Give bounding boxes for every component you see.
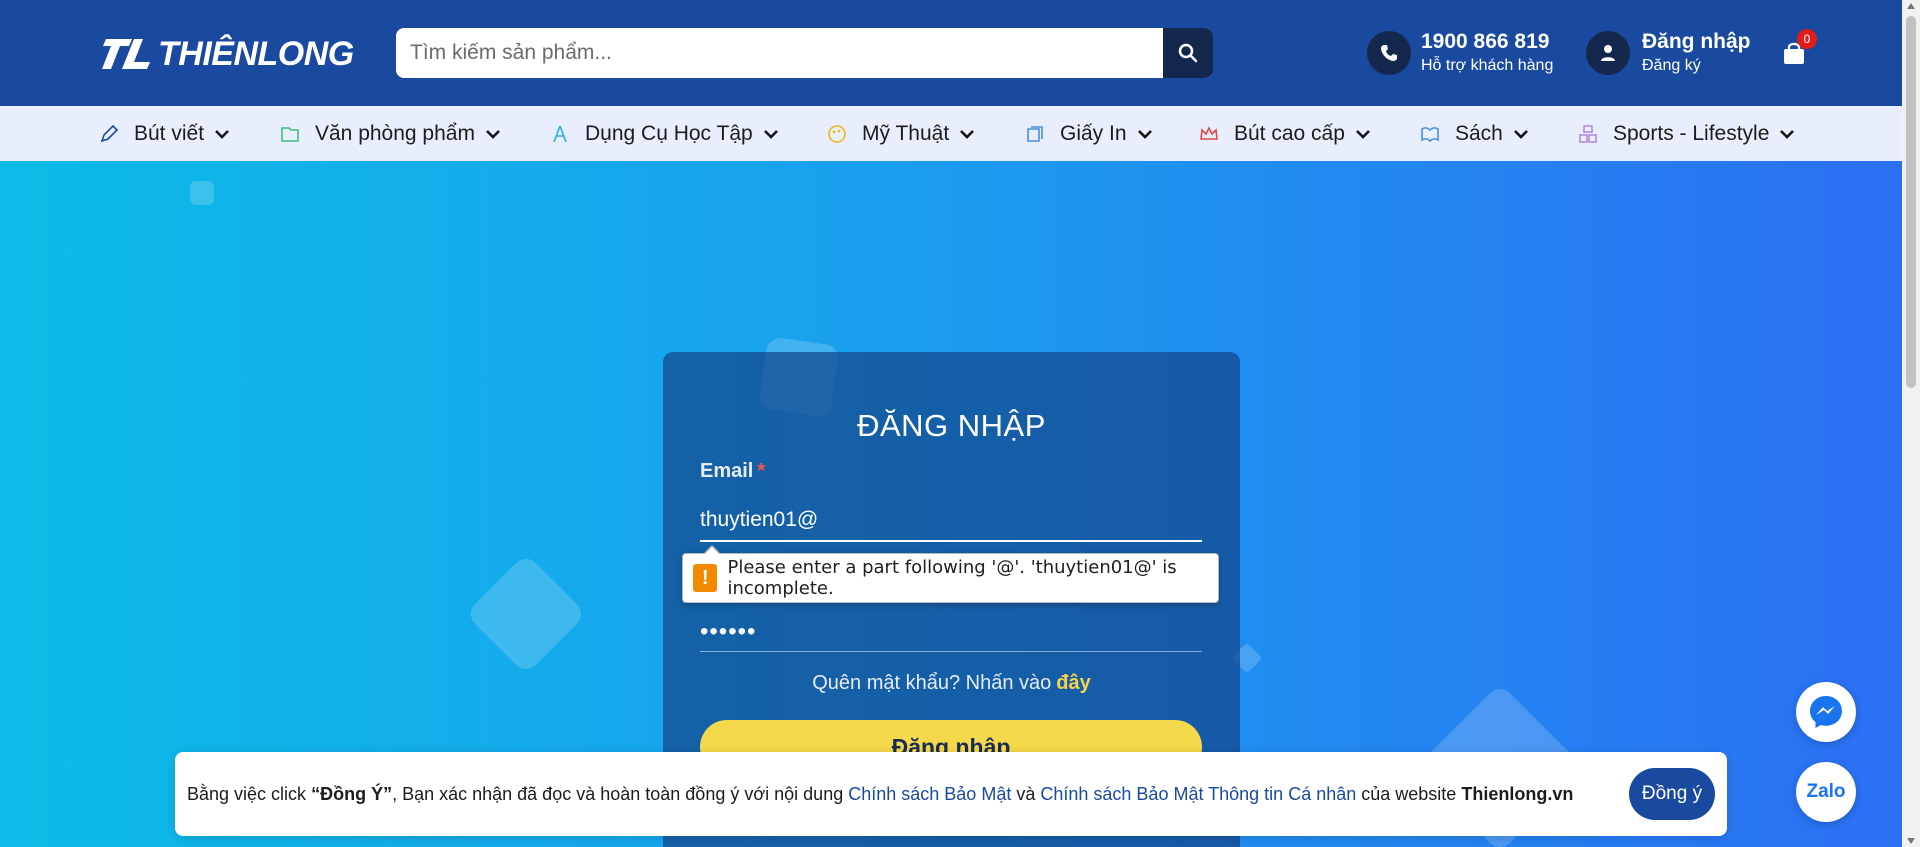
hotline-number: 1900 866 819 (1421, 30, 1550, 53)
category-nav: Bút viết Văn phòng phẩm Dụng Cụ Học Tập … (0, 106, 1902, 161)
password-field[interactable] (700, 612, 1202, 652)
user-icon[interactable] (1586, 30, 1630, 75)
search-button[interactable] (1163, 28, 1213, 78)
forgot-text: Quên mật khẩu? Nhấn vào (812, 672, 1052, 694)
nav-label: Sports - Lifestyle (1613, 121, 1770, 145)
personal-data-policy-link[interactable]: Chính sách Bảo Mật Thông tin Cá nhân (1040, 784, 1356, 804)
email-field[interactable] (700, 500, 1202, 542)
account: Đăng nhập Đăng ký (1586, 30, 1751, 75)
sports-icon (1577, 123, 1599, 145)
nav-item-sach[interactable]: Sách (1419, 106, 1529, 161)
cookie-site: Thienlong.vn (1461, 783, 1574, 804)
validation-tooltip: ! Please enter a part following '@'. 'th… (682, 545, 1219, 603)
nav-label: Sách (1455, 121, 1503, 145)
login-title: ĐĂNG NHẬP (857, 408, 1046, 443)
nav-label: Bút cao cấp (1234, 121, 1345, 145)
nav-label: Dụng Cụ Học Tập (585, 121, 753, 145)
nav-label: Giấy In (1060, 121, 1127, 145)
chevron-down-icon (959, 129, 975, 139)
pen-icon (98, 123, 120, 145)
forgot-password: Quên mật khẩu? Nhấn vào đây (663, 672, 1240, 695)
chevron-down-icon (214, 129, 230, 139)
privacy-policy-link[interactable]: Chính sách Bảo Mật (848, 784, 1011, 804)
forgot-password-link[interactable]: đây (1056, 672, 1090, 694)
chevron-down-icon (1779, 129, 1795, 139)
nav-item-van-phong-pham[interactable]: Văn phòng phẩm (279, 106, 501, 161)
cookie-agree-quote: “Đồng Ý” (311, 783, 393, 804)
scroll-thumb[interactable] (1906, 16, 1916, 388)
search-input[interactable] (396, 28, 1163, 78)
nav-item-but-cao-cap[interactable]: Bút cao cấp (1198, 106, 1371, 161)
nav-label: Bút viết (134, 121, 205, 145)
cookie-suffix: của website (1361, 783, 1457, 804)
nav-item-giay-in[interactable]: Giấy In (1024, 106, 1153, 161)
cart-count-badge: 0 (1797, 29, 1817, 49)
login-link[interactable]: Đăng nhập (1642, 30, 1751, 54)
site-header: THIÊNLONG 1900 866 819 Hỗ trợ khách hàng (0, 0, 1902, 106)
site-logo[interactable]: THIÊNLONG (98, 34, 354, 74)
scroll-down-arrow-icon[interactable] (1907, 838, 1915, 844)
email-label-text: Email (700, 460, 754, 482)
required-mark: * (757, 460, 766, 482)
phone-icon (1367, 30, 1411, 75)
validation-message: Please enter a part following '@'. 'thuy… (727, 557, 1177, 599)
cookie-prefix: Bằng việc click (187, 783, 307, 804)
chevron-down-icon (1513, 129, 1529, 139)
folder-icon (279, 123, 301, 145)
scroll-up-arrow-icon[interactable] (1907, 3, 1915, 9)
nav-item-but-viet[interactable]: Bút viết (98, 106, 230, 161)
compass-icon (549, 123, 571, 145)
zalo-button[interactable]: Zalo (1796, 762, 1856, 822)
chevron-down-icon (485, 129, 501, 139)
cookie-consent-bar: Bằng việc click “Đồng Ý”, Bạn xác nhận đ… (175, 752, 1727, 836)
decor-square (465, 553, 587, 675)
logo-text: THIÊNLONG (158, 34, 354, 73)
nav-item-sports-lifestyle[interactable]: Sports - Lifestyle (1577, 106, 1795, 161)
nav-item-my-thuat[interactable]: Mỹ Thuật (826, 106, 975, 161)
zalo-label: Zalo (1806, 781, 1846, 802)
hotline[interactable]: 1900 866 819 Hỗ trợ khách hàng (1367, 30, 1553, 75)
nav-label: Văn phòng phẩm (315, 121, 475, 145)
search-bar (396, 28, 1213, 78)
crown-icon (1198, 123, 1220, 145)
chevron-down-icon (1355, 129, 1371, 139)
logo-mark-icon (98, 35, 156, 73)
page-scrollbar[interactable] (1902, 0, 1920, 847)
email-label: Email * (700, 460, 765, 483)
cookie-agree-button[interactable]: Đồng ý (1629, 768, 1715, 820)
messenger-icon (1810, 696, 1842, 728)
palette-icon (826, 123, 848, 145)
chevron-down-icon (763, 129, 779, 139)
search-icon (1178, 43, 1198, 63)
chevron-down-icon (1137, 129, 1153, 139)
messenger-button[interactable] (1796, 682, 1856, 742)
hotline-label: Hỗ trợ khách hàng (1421, 57, 1554, 74)
register-link[interactable]: Đăng ký (1642, 57, 1751, 75)
warning-icon: ! (693, 564, 718, 592)
cookie-text: Bằng việc click “Đồng Ý”, Bạn xác nhận đ… (187, 784, 1573, 805)
cookie-and: và (1016, 783, 1036, 804)
nav-item-dung-cu-hoc-tap[interactable]: Dụng Cụ Học Tập (549, 106, 779, 161)
book-icon (1419, 123, 1441, 145)
decor-square (190, 181, 214, 205)
nav-label: Mỹ Thuật (862, 121, 950, 145)
cookie-middle: , Bạn xác nhận đã đọc và hoàn toàn đồng … (392, 783, 844, 804)
paper-icon (1024, 123, 1046, 145)
